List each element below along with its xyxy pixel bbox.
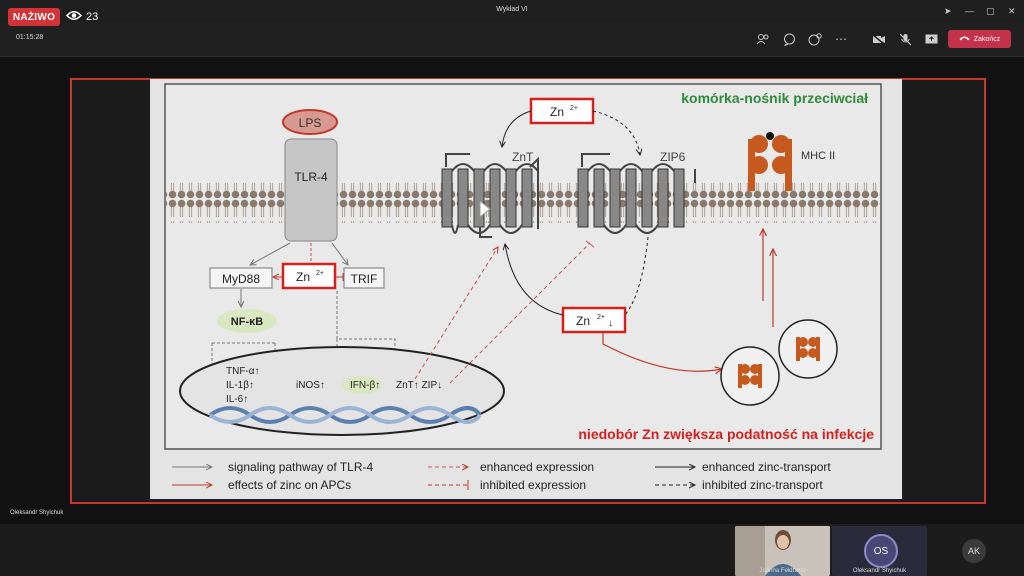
live-badge: NAŻIWO [8, 8, 60, 26]
avatar-os: OS [864, 534, 898, 568]
more-options-icon[interactable]: ⋯ [832, 30, 850, 48]
legend-item-4: inhibited expression [480, 478, 586, 492]
legend-item-6: inhibited zinc-transport [702, 478, 823, 492]
legend-item-3: enhanced expression [480, 460, 594, 474]
cursor-icon: ➤ [944, 6, 952, 16]
il6-label: IL-6↑ [226, 394, 248, 405]
svg-text:↓: ↓ [608, 318, 613, 329]
participant-name-1: Joanna Feldheim [759, 568, 806, 574]
presenter-name: Oleksandr Shyichuk [10, 510, 64, 516]
znt-zip-label: ZnT↑ ZIP↓ [396, 380, 442, 391]
legend-item-2: effects of zinc on APCs [228, 478, 351, 492]
zip6-label: ZIP6 [660, 150, 686, 164]
chat-icon[interactable] [780, 30, 798, 48]
mhc-label: MHC II [801, 150, 835, 162]
participant-name-2: Oleksandr Shyichuk [852, 568, 907, 574]
end-call-label: Zakończ [973, 35, 1001, 43]
participant-tile-2[interactable]: OS Oleksandr Shyichuk [832, 526, 927, 576]
camera-off-icon[interactable] [870, 30, 888, 48]
close-icon[interactable]: ✕ [1008, 6, 1016, 17]
lps-label: LPS [299, 116, 322, 130]
maximize-icon[interactable]: ▢ [986, 6, 995, 17]
svg-text:2+: 2+ [316, 270, 324, 277]
slide-subtitle: niedobór Zn zwiększa podatność na infekc… [578, 426, 874, 442]
viewer-count: 23 [65, 8, 99, 26]
viewer-count-value: 23 [86, 11, 99, 23]
share-screen-icon[interactable] [922, 30, 940, 48]
tlr4-receptor [284, 138, 338, 242]
zn-box-bottom [561, 306, 627, 334]
legend-item-1: signaling pathway of TLR-4 [228, 460, 374, 474]
nfkb-label: NF-κB [231, 316, 263, 328]
mic-off-icon[interactable] [896, 30, 914, 48]
legend: signaling pathway of TLR-4 effects of zi… [172, 460, 831, 492]
phone-hangup-icon [959, 35, 970, 43]
slide-title: komórka-nośnik przeciwciał [681, 90, 868, 106]
vesicle-1 [720, 346, 780, 406]
minimize-icon[interactable]: — [965, 6, 974, 16]
tnf-label: TNF-α↑ [226, 366, 260, 377]
meeting-timer: 01:15:28 [16, 34, 44, 41]
participants-icon[interactable] [754, 30, 772, 48]
ifn-label: IFN-β↑ [350, 380, 380, 391]
zn-label-left: Zn [296, 270, 310, 284]
il1-label: IL-1β↑ [226, 380, 254, 391]
tlr4-label: TLR-4 [294, 170, 328, 184]
svg-text:2+: 2+ [597, 314, 605, 321]
znt-label: ZnT [512, 150, 534, 164]
eye-icon [65, 10, 83, 24]
vesicle-2 [778, 319, 838, 379]
zn-label-top: Zn [550, 105, 564, 119]
inos-label: iNOS↑ [296, 380, 325, 391]
avatar-ak[interactable]: AK [962, 539, 986, 563]
svg-text:2+: 2+ [570, 105, 578, 112]
trif-label: TRIF [351, 272, 378, 286]
myd88-label: MyD88 [222, 272, 260, 286]
participant-tile-1[interactable]: Joanna Feldheim [735, 526, 830, 576]
presentation-slide: komórka-nośnik przeciwciał LPS TLR-4 MyD… [150, 79, 902, 499]
window-title: Wykład VI [496, 6, 528, 13]
zn-label-bottom: Zn [576, 314, 590, 328]
end-call-button[interactable]: Zakończ [948, 30, 1011, 48]
reactions-icon[interactable] [806, 30, 824, 48]
legend-item-5: enhanced zinc-transport [702, 460, 831, 474]
